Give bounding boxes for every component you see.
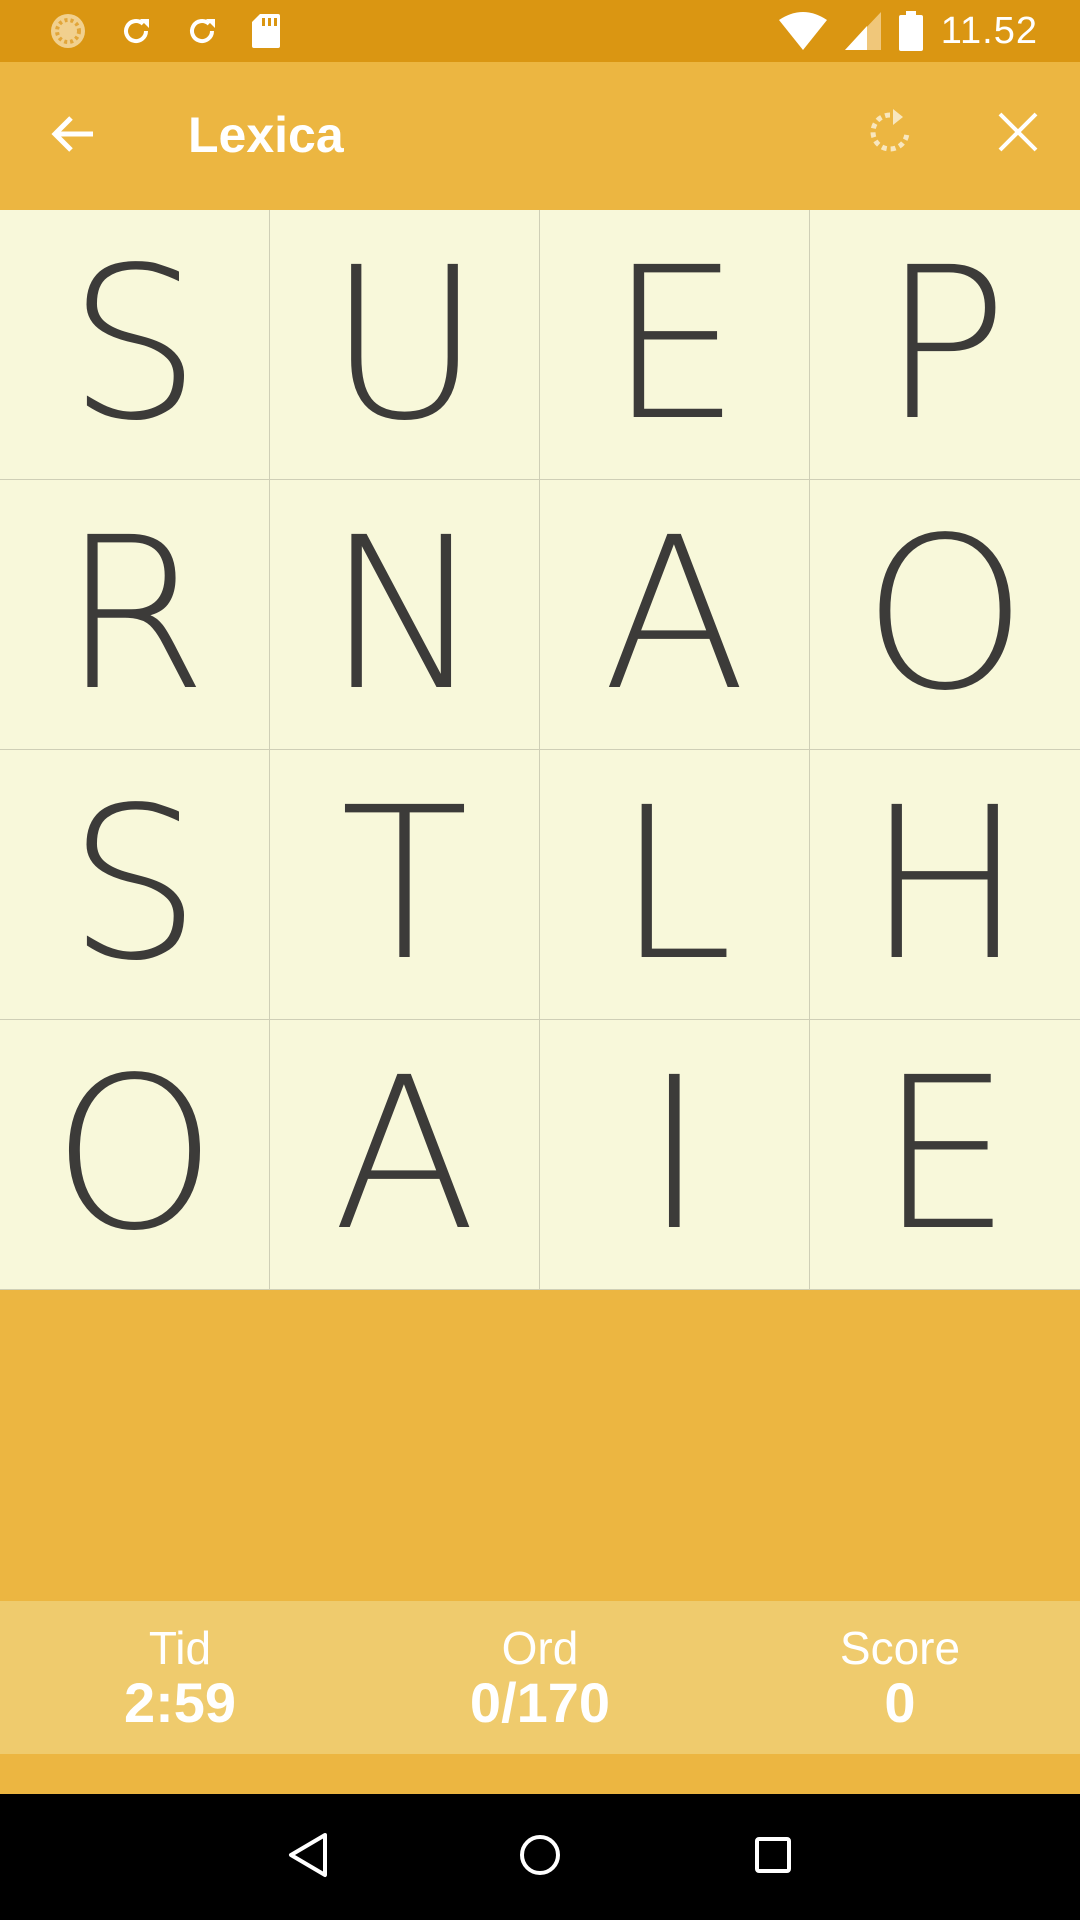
- letter-tile[interactable]: N: [270, 480, 540, 750]
- tile-letter: L: [616, 761, 733, 1007]
- tile-letter: S: [67, 761, 202, 1007]
- letter-tile[interactable]: L: [540, 750, 810, 1020]
- letter-tile[interactable]: U: [270, 210, 540, 480]
- settings-loader-icon: [48, 11, 88, 51]
- tile-letter: O: [862, 491, 1028, 737]
- wifi-icon: [778, 12, 827, 50]
- letter-tile[interactable]: T: [270, 750, 540, 1020]
- navigation-bar: [0, 1794, 1080, 1920]
- lexica-screen: 11.52 Lexica S U E P R N A O S T L H O A…: [0, 0, 1080, 1920]
- arrow-back-icon: [49, 110, 97, 163]
- back-button[interactable]: [46, 109, 100, 163]
- score-value: 0: [884, 1670, 916, 1734]
- tile-letter: P: [881, 221, 1009, 467]
- stats-bar: Tid 2:59 Ord 0/170 Score 0: [0, 1601, 1080, 1754]
- tile-letter: I: [643, 1031, 706, 1277]
- letter-tile[interactable]: A: [270, 1020, 540, 1290]
- letter-tile[interactable]: E: [540, 210, 810, 480]
- tile-letter: S: [67, 221, 202, 467]
- letter-tile[interactable]: O: [0, 1020, 270, 1290]
- letter-tile[interactable]: H: [810, 750, 1080, 1020]
- tile-letter: O: [51, 1031, 218, 1277]
- nav-home-button[interactable]: [500, 1817, 580, 1897]
- time-stat: Tid 2:59: [0, 1601, 360, 1754]
- sd-card-icon: [250, 12, 282, 50]
- battery-icon: [898, 11, 923, 51]
- letter-tile[interactable]: S: [0, 210, 270, 480]
- tile-letter: A: [602, 491, 747, 737]
- tile-letter: A: [332, 1031, 477, 1277]
- status-left-icons: [48, 11, 282, 51]
- nav-back-button[interactable]: [267, 1817, 347, 1897]
- letter-tile[interactable]: R: [0, 480, 270, 750]
- letter-tile[interactable]: O: [810, 480, 1080, 750]
- refresh-icon: [865, 107, 915, 162]
- close-icon: [996, 110, 1040, 159]
- time-label: Tid: [148, 1621, 212, 1674]
- nav-recents-button[interactable]: [733, 1817, 813, 1897]
- tile-letter: R: [61, 491, 208, 737]
- tile-letter: U: [327, 221, 482, 467]
- letter-board: S U E P R N A O S T L H O A I E: [0, 210, 1080, 1290]
- letter-tile[interactable]: E: [810, 1020, 1080, 1290]
- status-bar: 11.52: [0, 0, 1080, 62]
- time-value: 2:59: [123, 1670, 237, 1734]
- tile-letter: E: [608, 221, 741, 467]
- back-triangle-icon: [285, 1831, 329, 1884]
- tile-letter: N: [325, 491, 484, 737]
- signal-icon: [844, 12, 881, 50]
- home-circle-icon: [518, 1833, 562, 1882]
- sync-icon: [184, 13, 220, 49]
- app-bar: Lexica: [0, 62, 1080, 210]
- restart-game-button[interactable]: [862, 106, 918, 162]
- letter-tile[interactable]: S: [0, 750, 270, 1020]
- score-label: Score: [839, 1621, 961, 1674]
- letter-tile[interactable]: P: [810, 210, 1080, 480]
- score-stat: Score 0: [720, 1601, 1080, 1754]
- status-right-icons: 11.52: [778, 9, 1038, 53]
- tile-letter: H: [866, 761, 1024, 1007]
- words-label: Ord: [501, 1621, 579, 1674]
- close-button[interactable]: [990, 106, 1046, 162]
- tile-letter: T: [340, 761, 469, 1007]
- status-time: 11.52: [940, 9, 1038, 52]
- letter-tile[interactable]: I: [540, 1020, 810, 1290]
- tile-letter: E: [878, 1031, 1012, 1277]
- app-title: Lexica: [188, 107, 344, 163]
- sync-icon: [118, 13, 154, 49]
- words-stat: Ord 0/170: [360, 1601, 720, 1754]
- letter-tile[interactable]: A: [540, 480, 810, 750]
- recents-square-icon: [753, 1835, 793, 1880]
- words-value: 0/170: [469, 1670, 611, 1734]
